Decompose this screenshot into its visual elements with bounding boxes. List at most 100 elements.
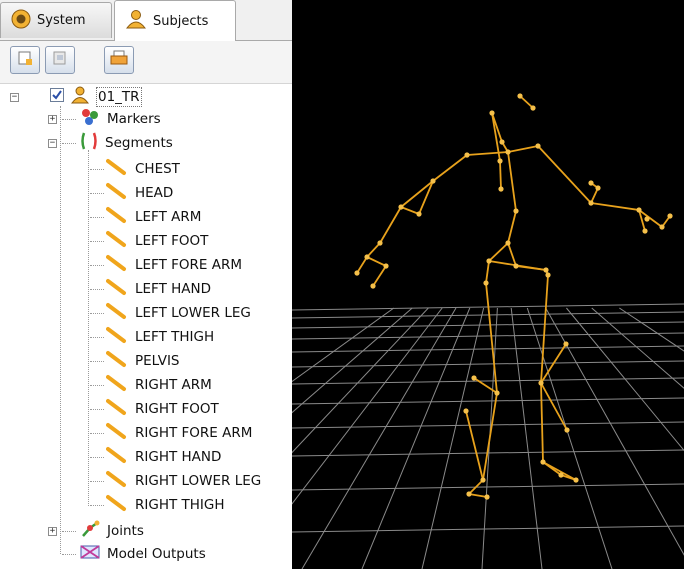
skeleton-marker: [538, 380, 544, 386]
tab-system[interactable]: System: [0, 2, 112, 38]
skeleton-bone: [372, 265, 387, 287]
grid-line: [292, 397, 684, 405]
subjects-icon: [125, 9, 147, 33]
skeleton-bone: [590, 202, 640, 211]
segment-bone-icon: [106, 326, 128, 348]
checkbox-checked-icon[interactable]: [50, 88, 64, 106]
tree-item-subject[interactable]: 01_TR: [50, 86, 142, 108]
markers-expand-toggle[interactable]: +: [48, 115, 57, 124]
skeleton-marker: [471, 375, 477, 381]
skeleton-marker: [667, 213, 673, 219]
segment-bone-icon: [106, 398, 128, 420]
save-subject-button[interactable]: [104, 46, 134, 74]
segment-label: PELVIS: [135, 353, 180, 369]
tab-subjects-label: Subjects: [153, 13, 209, 29]
skeleton-marker: [513, 263, 519, 269]
segment-label: LEFT FOOT: [135, 233, 209, 249]
skeleton-marker: [588, 180, 594, 186]
segment-bone-icon: [106, 302, 128, 324]
segment-item[interactable]: PELVIS: [106, 350, 180, 372]
segment-label: RIGHT HAND: [135, 449, 222, 465]
skeleton-bone: [507, 145, 539, 153]
skeleton-marker: [558, 472, 564, 478]
skeleton-marker: [505, 240, 511, 246]
skeleton-marker: [530, 105, 536, 111]
segment-item[interactable]: LEFT HAND: [106, 278, 211, 300]
segment-label: RIGHT FORE ARM: [135, 425, 253, 441]
tree-item-joints[interactable]: Joints: [80, 520, 144, 542]
tree-item-segments[interactable]: Segments: [80, 132, 173, 154]
3d-viewport[interactable]: [292, 0, 684, 569]
skeleton-bone: [507, 242, 517, 267]
segment-label: RIGHT THIGH: [135, 497, 225, 513]
skeleton-bones: [356, 95, 671, 498]
segment-label: LEFT LOWER LEG: [135, 305, 251, 321]
grid-line: [292, 525, 684, 533]
segment-bone-icon: [106, 422, 128, 444]
segment-item[interactable]: RIGHT FOOT: [106, 398, 219, 420]
skeleton-marker: [364, 254, 370, 260]
new-subject-from-template-button[interactable]: [45, 46, 75, 74]
skeleton-bone: [499, 160, 502, 190]
skeleton-marker: [483, 280, 489, 286]
skeleton-bone: [485, 260, 490, 284]
segment-bone-icon: [106, 254, 128, 276]
subject-collapse-toggle[interactable]: −: [10, 93, 19, 102]
skeleton-marker: [398, 204, 404, 210]
tree-item-model-outputs[interactable]: Model Outputs: [80, 543, 206, 565]
skeleton-marker: [489, 110, 495, 116]
segment-item[interactable]: LEFT LOWER LEG: [106, 302, 251, 324]
segment-bone-icon: [106, 374, 128, 396]
grid-line: [292, 332, 684, 340]
segment-item[interactable]: LEFT FOOT: [106, 230, 208, 252]
skeleton-bone: [507, 151, 517, 212]
segment-item[interactable]: HEAD: [106, 182, 173, 204]
skeleton-scene: [292, 93, 684, 569]
joints-expand-toggle[interactable]: +: [48, 527, 57, 536]
subject-name: 01_TR: [96, 87, 142, 107]
skeleton-bone: [400, 206, 420, 215]
segments-label: Segments: [105, 135, 173, 151]
skeleton-marker: [588, 200, 594, 206]
skeleton-bone: [366, 256, 387, 267]
segment-item[interactable]: LEFT ARM: [106, 206, 201, 228]
segments-icon: [80, 131, 98, 155]
save-subject-icon: [110, 50, 128, 70]
segment-bone-icon: [106, 278, 128, 300]
segments-collapse-toggle[interactable]: −: [48, 139, 57, 148]
segment-item[interactable]: RIGHT HAND: [106, 446, 221, 468]
skeleton-bone: [542, 461, 562, 476]
joints-icon: [80, 519, 100, 543]
tab-system-label: System: [37, 13, 86, 28]
segment-item[interactable]: LEFT FORE ARM: [106, 254, 242, 276]
skeleton-marker: [543, 267, 549, 273]
skeleton-marker: [595, 185, 601, 191]
segment-item[interactable]: RIGHT FORE ARM: [106, 422, 252, 444]
segment-item[interactable]: RIGHT THIGH: [106, 494, 225, 516]
skeleton-marker: [484, 494, 490, 500]
segment-label: LEFT THIGH: [135, 329, 215, 345]
tab-subjects[interactable]: Subjects: [114, 0, 236, 41]
segment-item[interactable]: CHEST: [106, 158, 180, 180]
skeleton-marker: [540, 459, 546, 465]
segment-item[interactable]: LEFT THIGH: [106, 326, 214, 348]
skeleton-marker: [644, 216, 650, 222]
skeleton-marker: [370, 283, 376, 289]
new-subject-button[interactable]: [10, 46, 40, 74]
segment-bone-icon: [106, 230, 128, 252]
segment-item[interactable]: RIGHT LOWER LEG: [106, 470, 261, 492]
skeleton-marker: [498, 186, 504, 192]
skeleton-marker: [377, 240, 383, 246]
segment-item[interactable]: RIGHT ARM: [106, 374, 212, 396]
segment-label: RIGHT FOOT: [135, 401, 219, 417]
tree-item-markers[interactable]: Markers: [80, 108, 161, 130]
subject-icon: [71, 86, 89, 108]
segment-label: HEAD: [135, 185, 174, 201]
grid-line: [292, 321, 684, 329]
segment-bone-icon: [106, 470, 128, 492]
markers-label: Markers: [107, 111, 161, 127]
new-subject-from-template-icon: [52, 50, 68, 70]
skeleton-marker: [642, 228, 648, 234]
segment-bone-icon: [106, 206, 128, 228]
skeleton-marker: [497, 158, 503, 164]
